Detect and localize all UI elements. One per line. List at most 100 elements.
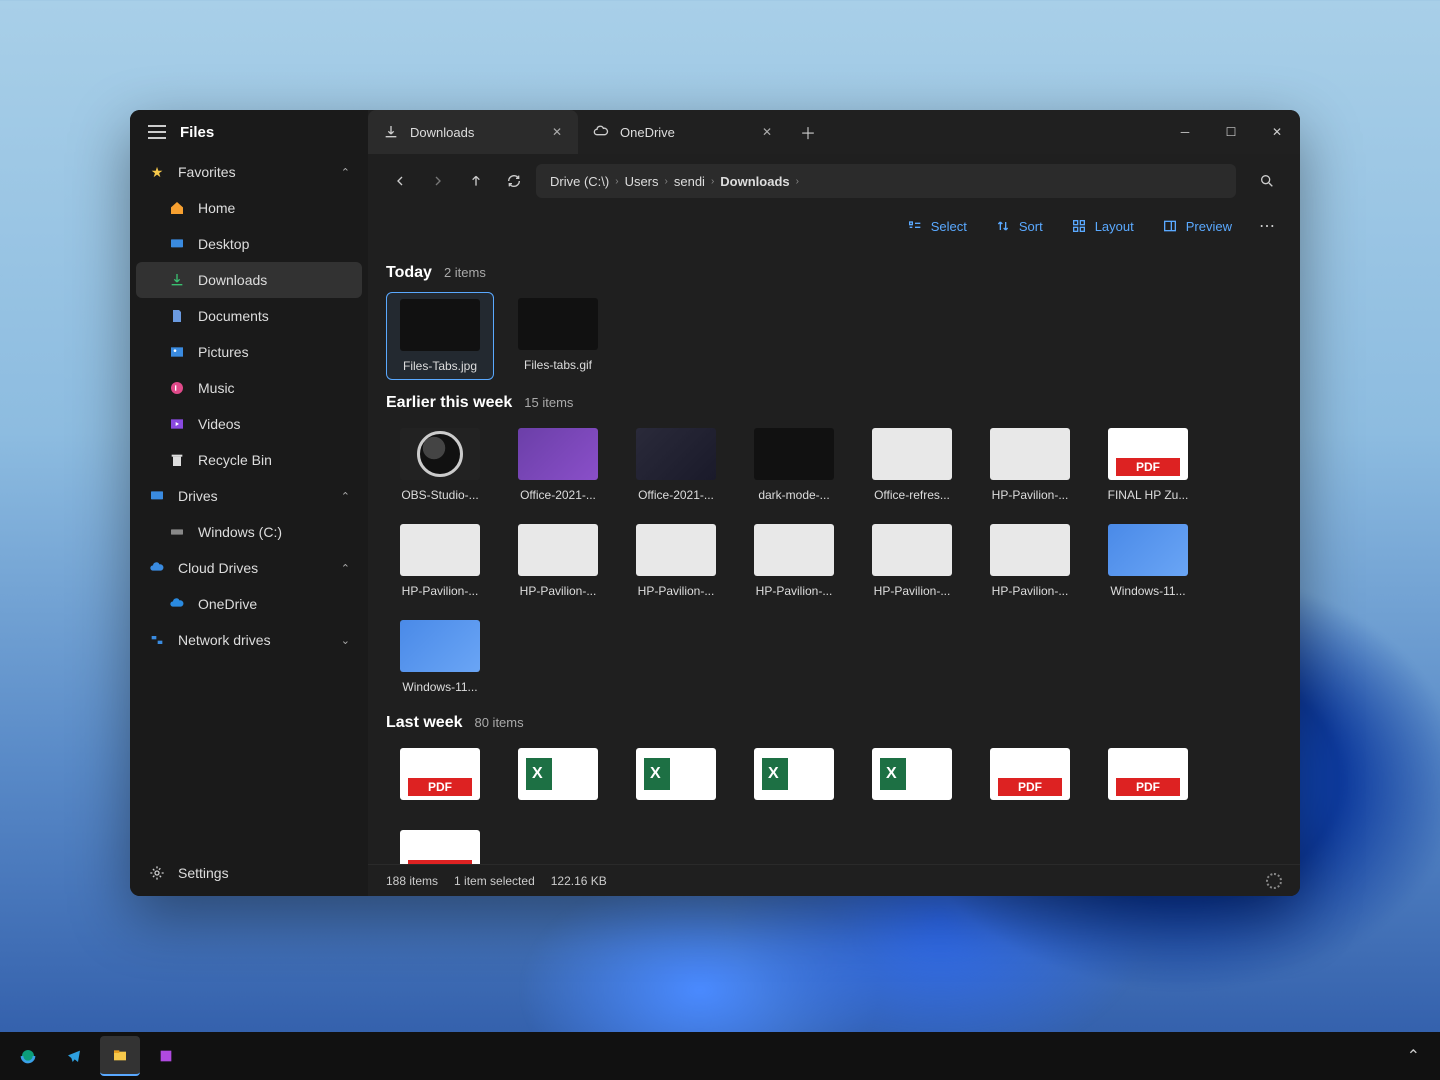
file-thumbnail — [400, 830, 480, 864]
file-name: HP-Pavilion-... — [510, 584, 606, 598]
sidebar-item-home[interactable]: Home — [130, 190, 368, 226]
select-button[interactable]: Select — [897, 212, 977, 240]
file-item[interactable]: HP-Pavilion-... — [386, 518, 494, 604]
system-tray[interactable]: ⌃ — [1395, 1046, 1432, 1066]
breadcrumb[interactable]: Drive (C:\)› Users› sendi› Downloads› — [536, 164, 1236, 198]
file-item[interactable]: Office-2021-... — [622, 422, 730, 508]
add-tab-button[interactable]: ＋ — [788, 110, 828, 154]
sidebar-item-documents[interactable]: Documents — [130, 298, 368, 334]
sidebar-item-label: OneDrive — [198, 596, 257, 612]
file-item[interactable]: Files-Tabs.jpg — [386, 292, 494, 380]
file-item[interactable] — [504, 742, 612, 814]
taskbar: ⌃ — [0, 1032, 1440, 1080]
search-button[interactable] — [1250, 164, 1284, 198]
sidebar-item-videos[interactable]: Videos — [130, 406, 368, 442]
group-header[interactable]: Today2 items — [386, 264, 1282, 282]
file-item[interactable]: dark-mode-... — [740, 422, 848, 508]
file-thumbnail — [754, 524, 834, 576]
sidebar: ★ Favorites ⌃ HomeDesktopDownloadsDocume… — [130, 154, 368, 896]
file-item[interactable]: Files-tabs.gif — [504, 292, 612, 380]
sidebar-section-favorites[interactable]: ★ Favorites ⌃ — [130, 154, 368, 190]
file-thumbnail — [990, 524, 1070, 576]
taskbar-edge[interactable] — [8, 1036, 48, 1076]
cloud-icon — [592, 123, 610, 141]
bc-segment[interactable]: Drive (C:\) — [550, 174, 609, 189]
tab-label: OneDrive — [620, 125, 750, 140]
up-button[interactable] — [460, 165, 492, 197]
tab-onedrive[interactable]: OneDrive ✕ — [578, 110, 788, 154]
taskbar-affinity[interactable] — [146, 1036, 186, 1076]
file-item[interactable] — [858, 742, 966, 814]
sidebar-item-music[interactable]: Music — [130, 370, 368, 406]
bc-segment[interactable]: sendi — [674, 174, 705, 189]
refresh-button[interactable] — [498, 165, 530, 197]
chevron-right-icon: › — [711, 176, 714, 187]
layout-button[interactable]: Layout — [1061, 212, 1144, 240]
file-item[interactable]: HP-Pavilion-... — [622, 518, 730, 604]
tab-downloads[interactable]: Downloads ✕ — [368, 110, 578, 154]
network-icon — [148, 631, 166, 649]
sidebar-item-label: Music — [198, 380, 235, 396]
file-item[interactable]: HP-Pavilion-... — [858, 518, 966, 604]
file-item[interactable] — [386, 742, 494, 814]
desktop-icon — [168, 235, 186, 253]
close-button[interactable]: ✕ — [1254, 110, 1300, 154]
nav-row: Drive (C:\)› Users› sendi› Downloads› — [368, 154, 1300, 208]
file-item[interactable] — [1094, 742, 1202, 814]
close-icon[interactable]: ✕ — [760, 125, 774, 139]
sidebar-item-recycle-bin[interactable]: Recycle Bin — [130, 442, 368, 478]
file-item[interactable] — [386, 824, 494, 864]
file-item[interactable] — [740, 742, 848, 814]
sidebar-section-drives[interactable]: Drives ⌃ — [130, 478, 368, 514]
sort-button[interactable]: Sort — [985, 212, 1053, 240]
file-thumbnail — [754, 748, 834, 800]
tab-label: Downloads — [410, 125, 540, 140]
sidebar-item-windows-c-[interactable]: Windows (C:) — [130, 514, 368, 550]
group-header[interactable]: Earlier this week15 items — [386, 394, 1282, 412]
file-item[interactable]: HP-Pavilion-... — [976, 518, 1084, 604]
window-controls: ─ ☐ ✕ — [1162, 110, 1300, 154]
file-name: Windows-11... — [1100, 584, 1196, 598]
file-name: Files-Tabs.jpg — [393, 359, 487, 373]
taskbar-telegram[interactable] — [54, 1036, 94, 1076]
sidebar-item-pictures[interactable]: Pictures — [130, 334, 368, 370]
bc-segment[interactable]: Downloads — [720, 174, 789, 189]
group-title: Earlier this week — [386, 394, 512, 412]
taskbar-files[interactable] — [100, 1036, 140, 1076]
sidebar-item-downloads[interactable]: Downloads — [136, 262, 362, 298]
group-header[interactable]: Last week80 items — [386, 714, 1282, 732]
file-thumbnail — [1108, 428, 1188, 480]
close-icon[interactable]: ✕ — [550, 125, 564, 139]
maximize-button[interactable]: ☐ — [1208, 110, 1254, 154]
file-item[interactable]: Office-2021-... — [504, 422, 612, 508]
preview-button[interactable]: Preview — [1152, 212, 1242, 240]
file-item[interactable]: HP-Pavilion-... — [504, 518, 612, 604]
file-thumbnail — [400, 428, 480, 480]
section-label: Network drives — [178, 632, 271, 648]
sidebar-section-network[interactable]: Network drives ⌄ — [130, 622, 368, 658]
file-item[interactable]: Windows-11... — [1094, 518, 1202, 604]
sidebar-section-cloud[interactable]: Cloud Drives ⌃ — [130, 550, 368, 586]
file-name: dark-mode-... — [746, 488, 842, 502]
file-item[interactable] — [622, 742, 730, 814]
titlebar-left: Files — [130, 110, 368, 154]
hamburger-icon[interactable] — [148, 125, 166, 139]
file-item[interactable]: Windows-11... — [386, 614, 494, 700]
settings-button[interactable]: Settings — [130, 850, 368, 896]
file-item[interactable]: Office-refres... — [858, 422, 966, 508]
file-name: Windows-11... — [392, 680, 488, 694]
bc-segment[interactable]: Users — [625, 174, 659, 189]
file-item[interactable]: HP-Pavilion-... — [976, 422, 1084, 508]
sidebar-item-onedrive[interactable]: OneDrive — [130, 586, 368, 622]
more-button[interactable]: ⋯ — [1250, 212, 1284, 240]
file-item[interactable]: FINAL HP Zu... — [1094, 422, 1202, 508]
back-button[interactable] — [384, 165, 416, 197]
file-thumbnail — [400, 620, 480, 672]
forward-button[interactable] — [422, 165, 454, 197]
file-item[interactable] — [976, 742, 1084, 814]
minimize-button[interactable]: ─ — [1162, 110, 1208, 154]
onedrive-icon — [168, 595, 186, 613]
sidebar-item-desktop[interactable]: Desktop — [130, 226, 368, 262]
file-item[interactable]: OBS-Studio-... — [386, 422, 494, 508]
file-item[interactable]: HP-Pavilion-... — [740, 518, 848, 604]
